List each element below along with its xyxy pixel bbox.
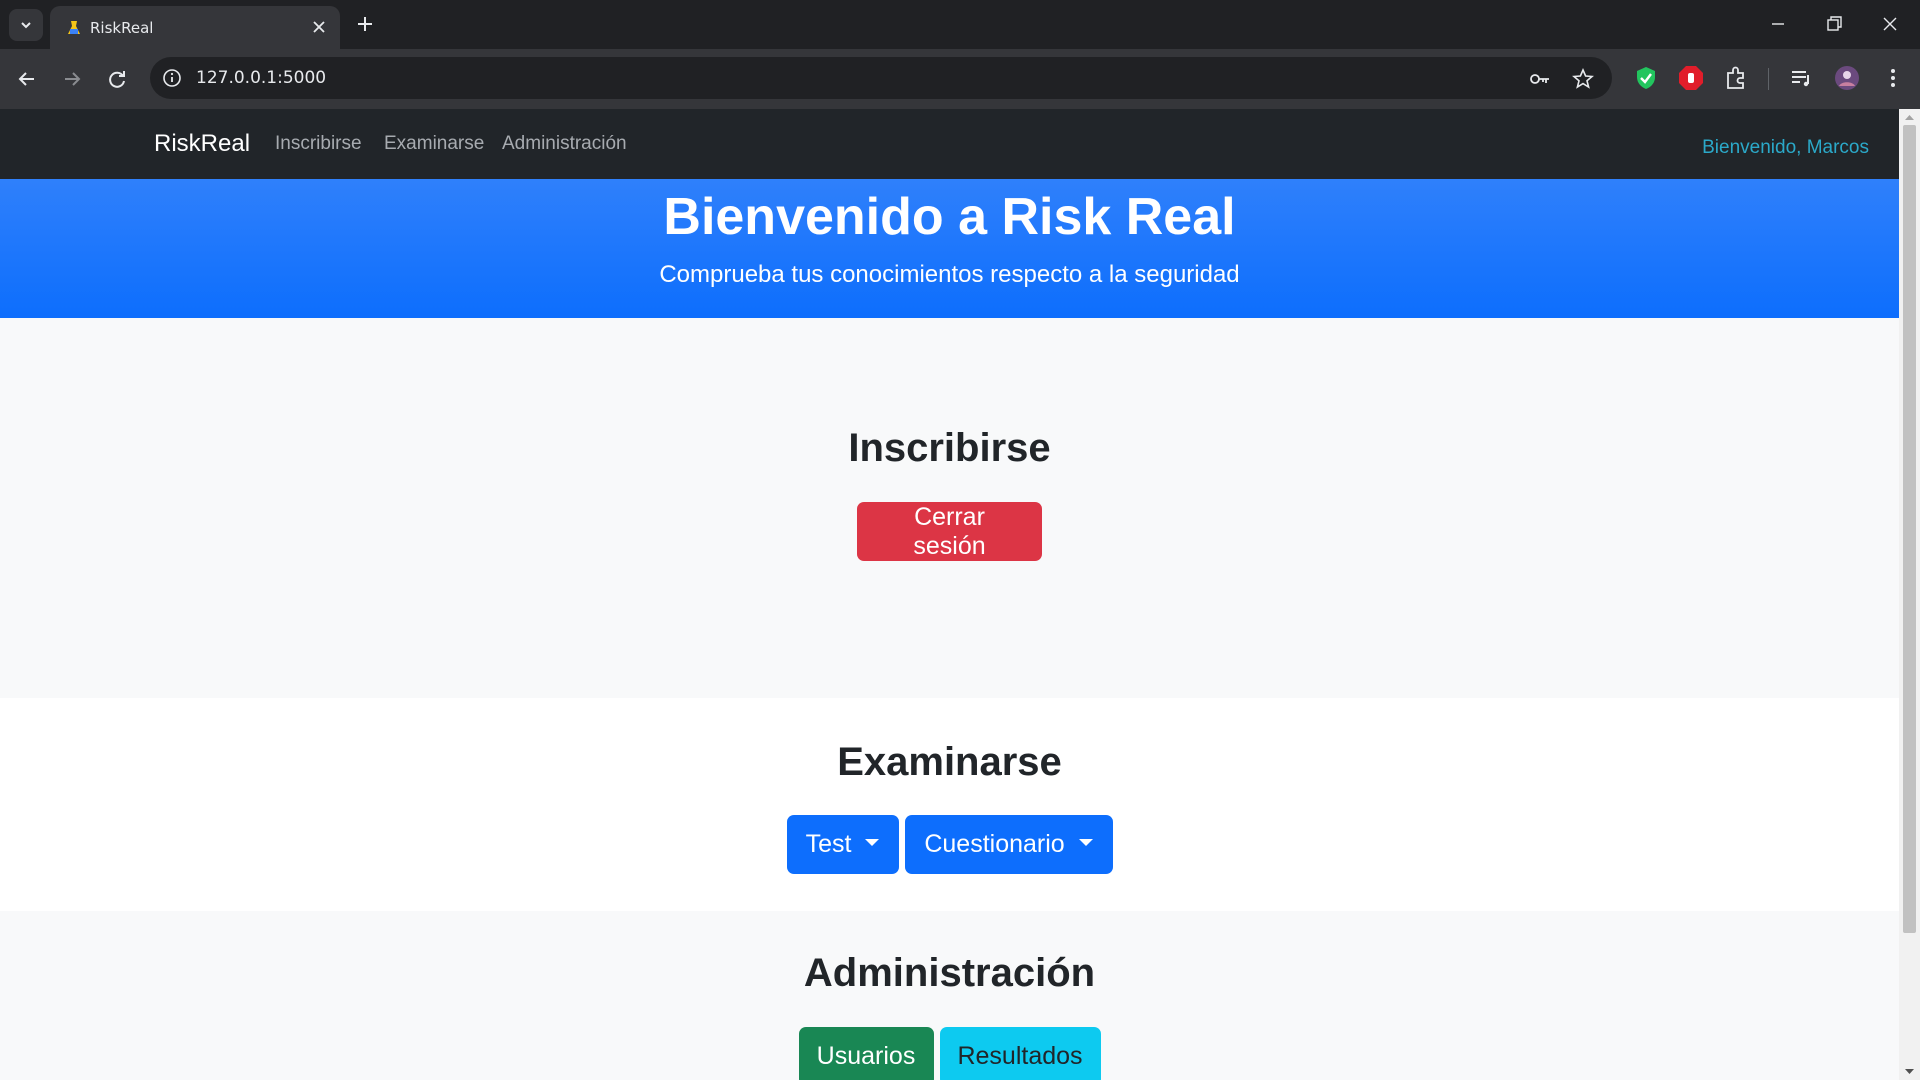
hero-title: Bienvenido a Risk Real [663, 188, 1236, 246]
avatar-icon[interactable] [1834, 65, 1860, 91]
caret-down-icon [1078, 839, 1093, 846]
test-dropdown-button[interactable]: Test [786, 815, 899, 874]
browser-tab[interactable]: RiskReal [50, 6, 340, 49]
info-icon[interactable] [162, 68, 182, 88]
welcome-user-link[interactable]: Bienvenido, Marcos [1702, 137, 1869, 159]
cuestionario-dropdown-button[interactable]: Cuestionario [904, 815, 1113, 874]
minimize-icon[interactable] [1768, 14, 1788, 34]
page-scrollbar[interactable] [1899, 109, 1920, 1080]
logout-button[interactable]: Cerrar sesión [857, 502, 1042, 561]
cuestionario-dropdown-label: Cuestionario [924, 830, 1065, 858]
window-close-icon[interactable] [1880, 14, 1900, 34]
reload-icon[interactable] [104, 66, 130, 92]
nav-link-inscribirse[interactable]: Inscribirse [275, 133, 362, 155]
scrollbar-thumb[interactable] [1903, 125, 1916, 933]
hero-subtitle: Comprueba tus conocimientos respecto a l… [659, 261, 1240, 288]
puzzle-icon[interactable] [1723, 65, 1749, 91]
nav-link-administracion[interactable]: Administración [502, 133, 627, 155]
test-dropdown-label: Test [805, 830, 852, 858]
scroll-down-icon[interactable] [1904, 1066, 1915, 1077]
brand-link[interactable]: RiskReal [154, 130, 250, 158]
kebab-menu-icon[interactable] [1880, 65, 1906, 91]
stop-hand-icon[interactable] [1678, 65, 1704, 91]
restore-icon[interactable] [1824, 14, 1844, 34]
resultados-button[interactable]: Resultados [939, 1027, 1101, 1080]
shield-check-icon[interactable] [1633, 65, 1659, 91]
close-icon[interactable] [310, 18, 328, 36]
site-navbar: RiskReal Inscribirse Examinarse Administ… [0, 109, 1899, 179]
media-queue-icon[interactable] [1788, 65, 1814, 91]
browser-toolbar: 127.0.0.1:5000 [0, 49, 1920, 109]
section-examinarse: Examinarse Test Cuestionario [0, 698, 1899, 911]
key-icon[interactable] [1529, 68, 1551, 90]
tab-title: RiskReal [90, 19, 154, 37]
address-bar[interactable]: 127.0.0.1:5000 [150, 57, 1612, 99]
tab-search-button[interactable] [9, 9, 43, 41]
section-inscribirse: Inscribirse Cerrar sesión [0, 318, 1899, 698]
chevron-down-icon [21, 22, 31, 29]
caret-down-icon [865, 839, 880, 846]
section-title-examinarse: Examinarse [837, 740, 1062, 784]
section-title-inscribirse: Inscribirse [848, 426, 1051, 470]
section-administracion: Administración Usuarios Resultados [0, 911, 1899, 1080]
nav-link-examinarse[interactable]: Examinarse [384, 133, 484, 155]
usuarios-button[interactable]: Usuarios [798, 1027, 934, 1080]
browser-tabstrip: RiskReal [0, 0, 1920, 49]
url-text[interactable]: 127.0.0.1:5000 [196, 68, 326, 88]
section-title-administracion: Administración [803, 951, 1096, 995]
arrow-left-icon[interactable] [14, 66, 40, 92]
page-viewport: RiskReal Inscribirse Examinarse Administ… [0, 109, 1899, 1080]
flask-icon [68, 21, 80, 34]
scroll-up-icon[interactable] [1904, 112, 1915, 123]
plus-icon[interactable] [355, 14, 375, 34]
star-icon[interactable] [1572, 68, 1594, 90]
arrow-right-icon[interactable] [59, 66, 85, 92]
hero-banner: Bienvenido a Risk Real Comprueba tus con… [0, 179, 1899, 318]
toolbar-separator [1768, 68, 1769, 90]
